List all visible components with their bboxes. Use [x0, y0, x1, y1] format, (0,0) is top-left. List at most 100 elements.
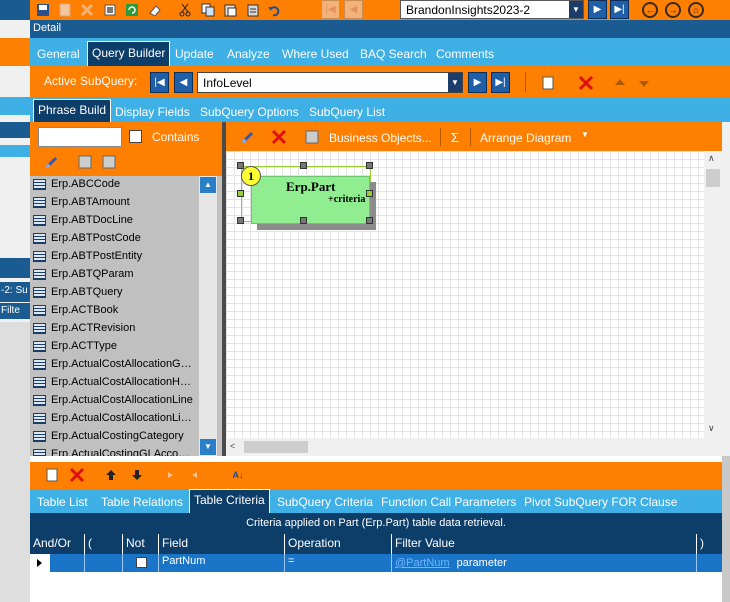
chevron-down-icon[interactable]: ▼	[569, 1, 583, 18]
table-list-scrollbar[interactable]: ▲ ▼	[199, 176, 217, 456]
options-icon[interactable]	[101, 154, 117, 170]
delete-table-icon[interactable]	[271, 129, 287, 145]
home-icon[interactable]: ⌂	[688, 2, 704, 18]
list-item[interactable]: Erp.ABTPostEntity	[30, 248, 200, 266]
list-item[interactable]: Erp.ABTAmount	[30, 194, 200, 212]
move-up-icon[interactable]	[612, 75, 628, 91]
resize-handle[interactable]	[237, 190, 244, 197]
diagram-table-node[interactable]: Erp.Part +criteria	[251, 176, 370, 224]
chevron-down-icon[interactable]: ▼	[581, 130, 589, 139]
filter-parameter-link[interactable]: @PartNum	[395, 557, 450, 569]
delete-subquery-icon[interactable]	[578, 75, 594, 91]
not-cell[interactable]	[122, 554, 158, 572]
last-record-button[interactable]: ▶|	[610, 0, 629, 19]
paste-icon[interactable]	[222, 2, 238, 18]
move-down-icon[interactable]	[636, 75, 652, 91]
new-record-icon[interactable]	[57, 2, 73, 18]
tab-general[interactable]: General	[37, 47, 80, 61]
diagram-vertical-scrollbar[interactable]: ∧ ∨	[704, 151, 722, 438]
diagram-horizontal-scrollbar[interactable]: <	[226, 438, 704, 456]
delete-criteria-icon[interactable]	[69, 467, 85, 483]
tab-update[interactable]: Update	[175, 47, 214, 61]
business-objects-button[interactable]: Business Objects...	[329, 131, 432, 145]
not-checkbox[interactable]	[136, 557, 147, 568]
scroll-thumb[interactable]	[244, 441, 308, 453]
query-diagram-canvas[interactable]: Erp.Part +criteria 1	[226, 151, 704, 438]
cut-icon[interactable]	[177, 2, 193, 18]
scroll-thumb[interactable]	[706, 169, 720, 187]
list-item[interactable]: Erp.ActualCostAllocationG…	[30, 356, 200, 374]
indent-icon[interactable]	[163, 467, 179, 483]
list-item[interactable]: Erp.ActualCostingCategory	[30, 428, 200, 446]
field-cell[interactable]: PartNum	[158, 554, 284, 572]
list-item[interactable]: Erp.ActualCostAllocationH…	[30, 374, 200, 392]
move-up-icon[interactable]	[103, 467, 119, 483]
tab-where-used[interactable]: Where Used	[282, 47, 349, 61]
previous-subquery-button[interactable]: ◀	[174, 72, 193, 93]
first-subquery-button[interactable]: |◀	[150, 72, 169, 93]
list-item[interactable]: Erp.ActualCostingGLAcco…	[30, 446, 200, 456]
column-header[interactable]: Operation	[284, 534, 391, 554]
column-header[interactable]: Field	[158, 534, 284, 554]
table-row[interactable]: PartNum = @PartNum parameter	[30, 554, 722, 572]
company-combo[interactable]: BrandonInsights2023-2 ▼	[400, 0, 584, 19]
scroll-up-icon[interactable]: ∧	[708, 153, 715, 164]
scroll-down-icon[interactable]: ∨	[708, 423, 715, 434]
resize-handle[interactable]	[300, 162, 307, 169]
tab-table-list[interactable]: Table List	[37, 495, 88, 509]
tab-display-fields[interactable]: Display Fields	[115, 105, 190, 119]
undo-icon[interactable]	[266, 2, 282, 18]
scroll-down-icon[interactable]: ▼	[200, 439, 216, 455]
open-paren-cell[interactable]	[84, 554, 122, 572]
chevron-down-icon[interactable]: ▼	[448, 73, 462, 92]
resize-handle[interactable]	[366, 190, 373, 197]
operation-cell[interactable]: =	[284, 554, 391, 572]
tab-baq-search[interactable]: BAQ Search	[360, 47, 427, 61]
next-subquery-button[interactable]: ▶	[468, 72, 487, 93]
column-header[interactable]: Not	[122, 534, 158, 554]
select-all-icon[interactable]	[77, 154, 93, 170]
tab-comments[interactable]: Comments	[436, 47, 494, 61]
new-criteria-icon[interactable]	[44, 467, 60, 483]
link-icon[interactable]	[44, 154, 60, 170]
sort-az-icon[interactable]: A↓	[230, 467, 246, 483]
row-selector[interactable]	[30, 554, 50, 572]
tab-function-call-parameters[interactable]: Function Call Parameters	[381, 495, 516, 509]
subquery-combo[interactable]: InfoLevel ▼	[197, 72, 463, 93]
column-header[interactable]: And/Or	[30, 534, 84, 554]
scroll-left-icon[interactable]: <	[230, 441, 235, 451]
new-subquery-icon[interactable]	[540, 75, 556, 91]
tab-table-relations[interactable]: Table Relations	[101, 495, 183, 509]
column-header[interactable]: )	[696, 534, 722, 554]
contains-checkbox[interactable]	[129, 130, 142, 143]
business-objects-icon[interactable]	[304, 129, 320, 145]
tab-phrase-build[interactable]: Phrase Build	[33, 99, 112, 122]
resize-handle[interactable]	[366, 162, 373, 169]
tab-subquery-list[interactable]: SubQuery List	[309, 105, 385, 119]
list-item[interactable]: Erp.ABTQuery	[30, 284, 200, 302]
tab-pivot-subquery[interactable]: Pivot SubQuery FOR Clause	[524, 495, 677, 509]
save-icon[interactable]	[35, 2, 51, 18]
resize-handle[interactable]	[237, 217, 244, 224]
list-item[interactable]: Erp.ABTPostCode	[30, 230, 200, 248]
forward-icon[interactable]: →	[665, 2, 681, 18]
next-record-button[interactable]: ▶	[588, 0, 607, 19]
list-item[interactable]: Erp.ActualCostAllocationLine	[30, 392, 200, 410]
scroll-up-icon[interactable]: ▲	[200, 177, 216, 193]
delete-icon[interactable]	[79, 2, 95, 18]
tab-subquery-options[interactable]: SubQuery Options	[200, 105, 299, 119]
paste-special-icon[interactable]	[245, 2, 261, 18]
column-header[interactable]: Filter Value	[391, 534, 696, 554]
attach-icon[interactable]	[102, 2, 118, 18]
list-item[interactable]: Erp.ACTType	[30, 338, 200, 356]
tab-subquery-criteria[interactable]: SubQuery Criteria	[277, 495, 373, 509]
resize-handle[interactable]	[237, 162, 244, 169]
outdent-icon[interactable]	[186, 467, 202, 483]
filter-value-cell[interactable]: @PartNum parameter	[391, 554, 696, 572]
join-link-icon[interactable]	[240, 129, 256, 145]
arrange-diagram-button[interactable]: Arrange Diagram	[480, 131, 571, 145]
list-item[interactable]: Erp.ABTDocLine	[30, 212, 200, 230]
previous-record-button[interactable]: ◀	[344, 0, 363, 19]
eraser-icon[interactable]	[147, 2, 163, 18]
resize-handle[interactable]	[300, 217, 307, 224]
